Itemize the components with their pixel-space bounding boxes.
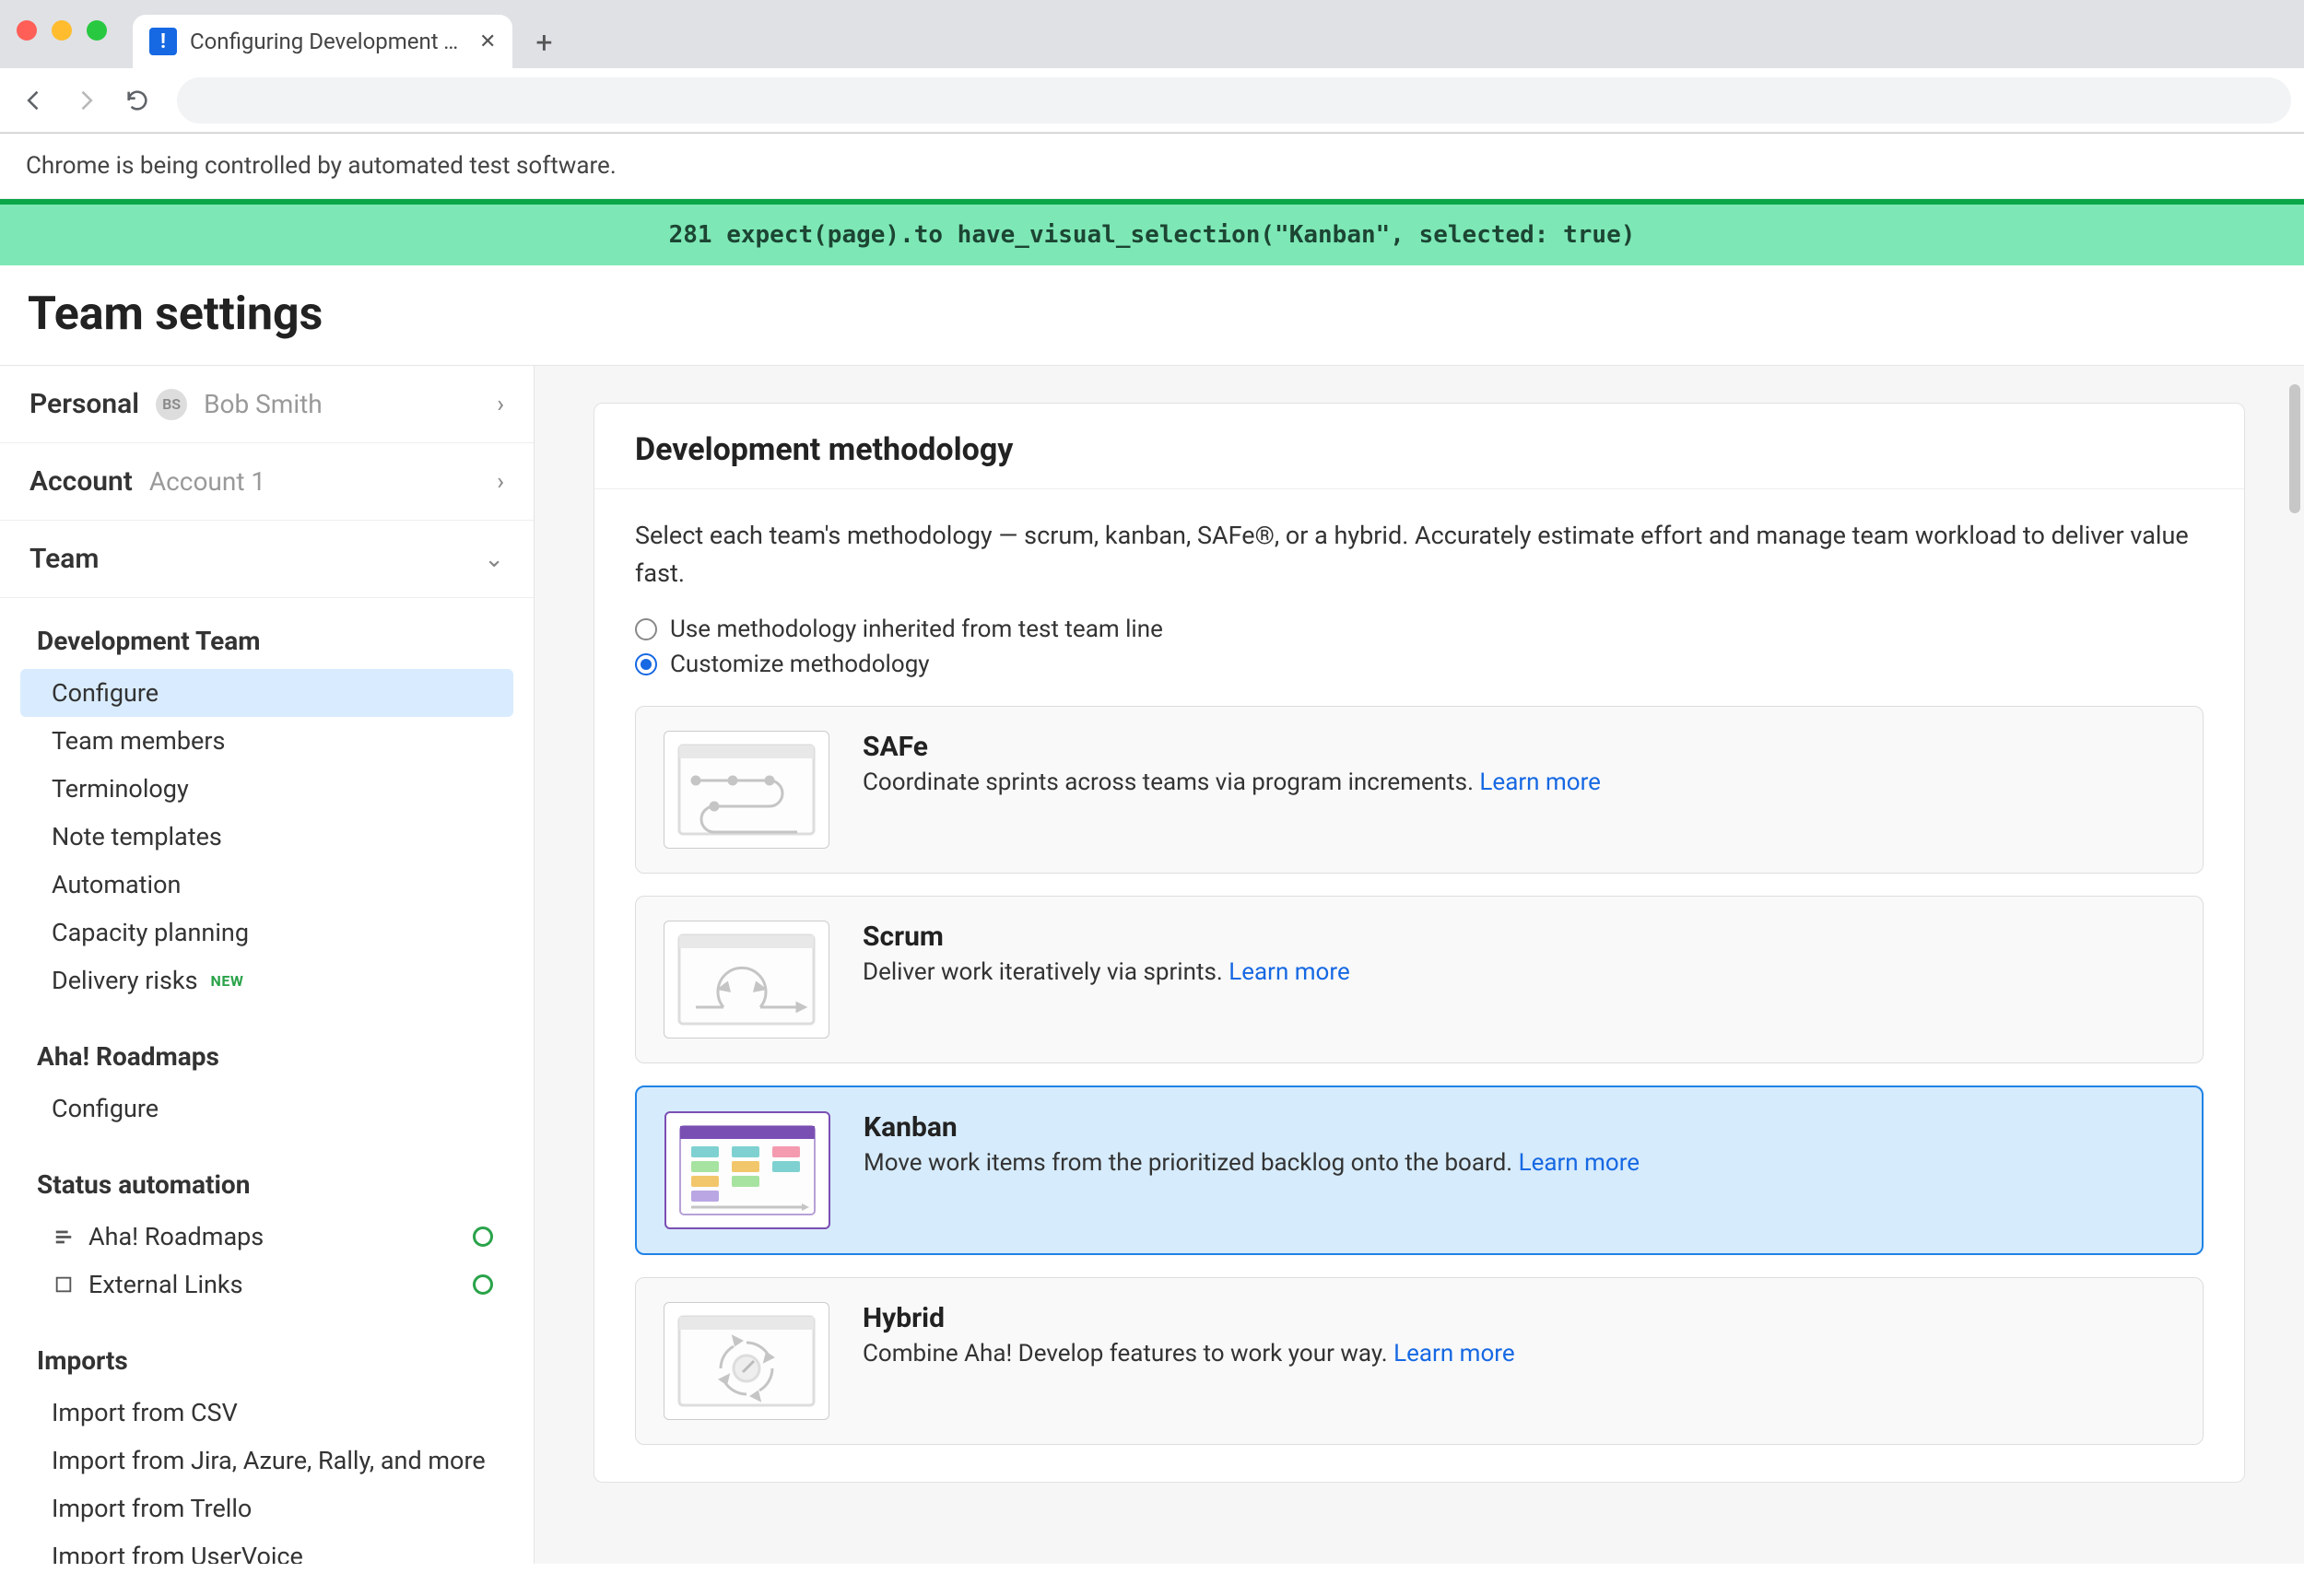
scrollbar[interactable] xyxy=(2289,384,2300,513)
window-close[interactable] xyxy=(17,20,37,41)
card-content: Hybrid Combine Aha! Develop features to … xyxy=(863,1302,1515,1367)
card-desc: Combine Aha! Develop features to work yo… xyxy=(863,1340,1515,1367)
sidebar-group-dev-team: Development Team Configure Team members … xyxy=(0,598,534,1014)
sidebar-account-name: Account 1 xyxy=(149,466,265,497)
tab-favicon-icon: ! xyxy=(149,28,177,55)
sidebar-section-personal[interactable]: Personal BS Bob Smith › xyxy=(0,366,534,443)
card-content: SAFe Coordinate sprints across teams via… xyxy=(863,731,1601,796)
sidebar-item-automation[interactable]: Automation xyxy=(0,861,534,909)
card-title: SAFe xyxy=(863,731,1601,763)
radio-icon xyxy=(635,618,657,640)
new-tab-button[interactable]: + xyxy=(523,22,564,63)
card-hybrid[interactable]: Hybrid Combine Aha! Develop features to … xyxy=(635,1277,2204,1445)
chevron-down-icon: ⌄ xyxy=(484,546,504,573)
window-minimize[interactable] xyxy=(52,20,72,41)
learn-more-link[interactable]: Learn more xyxy=(1479,769,1601,796)
address-bar[interactable] xyxy=(177,77,2291,123)
card-title: Scrum xyxy=(863,921,1350,953)
thumb-kanban-icon xyxy=(664,1111,830,1229)
browser-chrome: ! Configuring Development Team ✕ + xyxy=(0,0,2304,134)
sidebar-item-delivery-risks[interactable]: Delivery risks NEW xyxy=(0,956,534,1004)
panel-description: Select each team's methodology — scrum, … xyxy=(635,517,2204,592)
sidebar-item-team-members[interactable]: Team members xyxy=(0,717,534,765)
thumb-scrum-icon xyxy=(664,921,829,1039)
thumb-hybrid-icon xyxy=(664,1302,829,1420)
external-icon xyxy=(52,1274,76,1295)
main: Development methodology Select each team… xyxy=(535,366,2304,1564)
radio-label: Customize methodology xyxy=(670,651,930,678)
radio-inherit[interactable]: Use methodology inherited from test team… xyxy=(635,616,2204,643)
sidebar-item-capacity-planning[interactable]: Capacity planning xyxy=(0,909,534,956)
sidebar-team-label: Team xyxy=(29,543,99,575)
panel-head: Development methodology xyxy=(594,404,2244,489)
methodology-cards: SAFe Coordinate sprints across teams via… xyxy=(635,706,2204,1445)
status-dot-icon xyxy=(473,1274,493,1295)
sidebar-group-title: Aha! Roadmaps xyxy=(0,1036,534,1085)
card-kanban[interactable]: Kanban Move work items from the prioriti… xyxy=(635,1086,2204,1255)
tab-strip: ! Configuring Development Team ✕ + xyxy=(0,0,2304,68)
radio-icon xyxy=(635,653,657,675)
window-controls xyxy=(17,20,133,68)
avatar-icon: BS xyxy=(156,389,187,420)
radio-label: Use methodology inherited from test team… xyxy=(670,616,1163,643)
sidebar-group-title: Status automation xyxy=(0,1164,534,1213)
browser-tab[interactable]: ! Configuring Development Team ✕ xyxy=(133,15,512,68)
sidebar-item-import-uservoice[interactable]: Import from UserVoice xyxy=(0,1532,534,1564)
sidebar-item-import-jira[interactable]: Import from Jira, Azure, Rally, and more xyxy=(0,1437,534,1485)
radio-customize[interactable]: Customize methodology xyxy=(635,651,2204,678)
forward-button[interactable] xyxy=(65,79,107,122)
sidebar-group-status-automation: Status automation Aha! Roadmaps External… xyxy=(0,1142,534,1318)
sidebar-personal-user: Bob Smith xyxy=(204,389,323,419)
learn-more-link[interactable]: Learn more xyxy=(1519,1149,1640,1177)
sidebar-item-status-external[interactable]: External Links xyxy=(0,1261,534,1308)
page-title: Team settings xyxy=(28,288,2276,341)
sidebar-group-imports: Imports Import from CSV Import from Jira… xyxy=(0,1318,534,1564)
card-title: Kanban xyxy=(864,1111,1640,1144)
sidebar-item-import-trello[interactable]: Import from Trello xyxy=(0,1485,534,1532)
card-desc: Coordinate sprints across teams via prog… xyxy=(863,769,1601,796)
roadmaps-icon xyxy=(52,1226,76,1247)
thumb-safe-icon xyxy=(664,731,829,849)
page-title-bar: Team settings xyxy=(0,265,2304,366)
sidebar-item-terminology[interactable]: Terminology xyxy=(0,765,534,813)
card-title: Hybrid xyxy=(863,1302,1515,1334)
new-badge: NEW xyxy=(211,972,244,990)
panel-heading: Development methodology xyxy=(635,431,2204,468)
card-desc: Move work items from the prioritized bac… xyxy=(864,1149,1640,1177)
sidebar-item-import-csv[interactable]: Import from CSV xyxy=(0,1389,534,1437)
panel-body: Select each team's methodology — scrum, … xyxy=(594,489,2244,1482)
card-content: Kanban Move work items from the prioriti… xyxy=(864,1111,1640,1177)
back-button[interactable] xyxy=(13,79,55,122)
card-safe[interactable]: SAFe Coordinate sprints across teams via… xyxy=(635,706,2204,874)
card-scrum[interactable]: Scrum Deliver work iteratively via sprin… xyxy=(635,896,2204,1063)
sidebar-item-status-roadmaps[interactable]: Aha! Roadmaps xyxy=(0,1213,534,1261)
status-dot-icon xyxy=(473,1226,493,1247)
chevron-right-icon: › xyxy=(497,468,504,496)
sidebar-group-title: Development Team xyxy=(0,620,534,669)
browser-toolbar xyxy=(0,68,2304,133)
test-banner: 281 expect(page).to have_visual_selectio… xyxy=(0,199,2304,265)
sidebar-item-roadmaps-configure[interactable]: Configure xyxy=(0,1085,534,1132)
learn-more-link[interactable]: Learn more xyxy=(1228,958,1350,986)
chevron-right-icon: › xyxy=(497,391,504,418)
reload-button[interactable] xyxy=(116,79,159,122)
sidebar-account-label: Account xyxy=(29,465,133,498)
sidebar-item-note-templates[interactable]: Note templates xyxy=(0,813,534,861)
sidebar-section-account[interactable]: Account Account 1 › xyxy=(0,443,534,521)
sidebar-item-configure[interactable]: Configure xyxy=(20,669,513,717)
learn-more-link[interactable]: Learn more xyxy=(1393,1340,1515,1367)
card-desc: Deliver work iteratively via sprints. Le… xyxy=(863,958,1350,986)
sidebar-personal-label: Personal xyxy=(29,388,139,420)
sidebar-group-title: Imports xyxy=(0,1340,534,1389)
window-maximize[interactable] xyxy=(87,20,107,41)
app: Team settings Personal BS Bob Smith › Ac… xyxy=(0,265,2304,1564)
sidebar: Personal BS Bob Smith › Account Account … xyxy=(0,366,535,1564)
tab-title: Configuring Development Team xyxy=(190,29,466,54)
methodology-panel: Development methodology Select each team… xyxy=(594,403,2245,1483)
sidebar-section-team[interactable]: Team ⌄ xyxy=(0,521,534,598)
automation-banner: Chrome is being controlled by automated … xyxy=(0,134,2304,199)
tab-close-icon[interactable]: ✕ xyxy=(479,30,496,53)
card-content: Scrum Deliver work iteratively via sprin… xyxy=(863,921,1350,986)
sidebar-group-roadmaps: Aha! Roadmaps Configure xyxy=(0,1014,534,1142)
